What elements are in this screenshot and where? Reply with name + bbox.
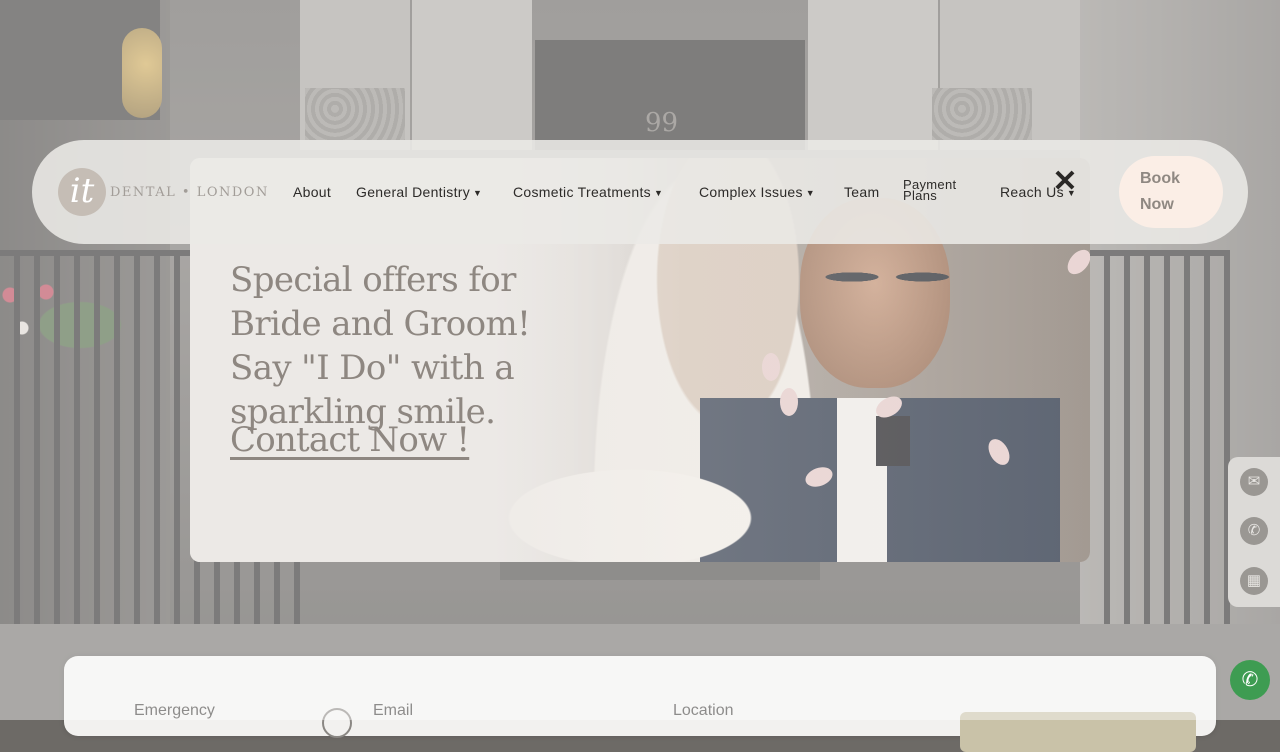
chevron-down-icon: ▼ bbox=[473, 188, 483, 198]
nav-payment-label-line2: Plans bbox=[903, 188, 938, 203]
logo-mark: it bbox=[58, 168, 106, 216]
popup-headline: Special offers for Bride and Groom! Say … bbox=[230, 260, 531, 432]
nav-team[interactable]: Team bbox=[844, 184, 879, 200]
whatsapp-icon[interactable]: ✆ bbox=[1230, 660, 1270, 700]
nav-complex-issues-label: Complex Issues bbox=[699, 184, 803, 200]
nav-general-dentistry-label: General Dentistry bbox=[356, 184, 471, 200]
close-icon[interactable]: ✕ bbox=[1050, 167, 1080, 197]
side-contact-rail: ✉ ✆ ▦ bbox=[1228, 457, 1280, 607]
contact-now-link[interactable]: Contact Now ! bbox=[230, 420, 470, 460]
nav-payment-plans[interactable]: Payment Plans bbox=[903, 178, 956, 203]
nav-cosmetic-treatments-label: Cosmetic Treatments bbox=[513, 184, 651, 200]
logo-text: DENTAL • LONDON bbox=[110, 184, 269, 200]
book-now-label-line2: Now bbox=[1140, 196, 1174, 213]
calendar-icon[interactable]: ▦ bbox=[1240, 567, 1268, 595]
phone-icon[interactable]: ✆ bbox=[1240, 517, 1268, 545]
nav-general-dentistry[interactable]: General Dentistry ▼ bbox=[356, 184, 482, 200]
nav-about[interactable]: About bbox=[293, 184, 331, 200]
book-now-label-line1: Book bbox=[1140, 170, 1180, 187]
email-icon[interactable]: ✉ bbox=[1240, 468, 1268, 496]
nav-complex-issues[interactable]: Complex Issues ▼ bbox=[699, 184, 815, 200]
nav-about-label: About bbox=[293, 184, 332, 200]
chevron-down-icon: ▼ bbox=[653, 188, 664, 198]
chevron-down-icon: ▼ bbox=[805, 188, 816, 198]
site-logo[interactable]: it DENTAL • LONDON bbox=[58, 168, 269, 216]
nav-cosmetic-treatments[interactable]: Cosmetic Treatments ▼ bbox=[513, 184, 663, 200]
book-now-button[interactable]: Book Now bbox=[1119, 156, 1223, 228]
nav-team-label: Team bbox=[844, 184, 880, 200]
